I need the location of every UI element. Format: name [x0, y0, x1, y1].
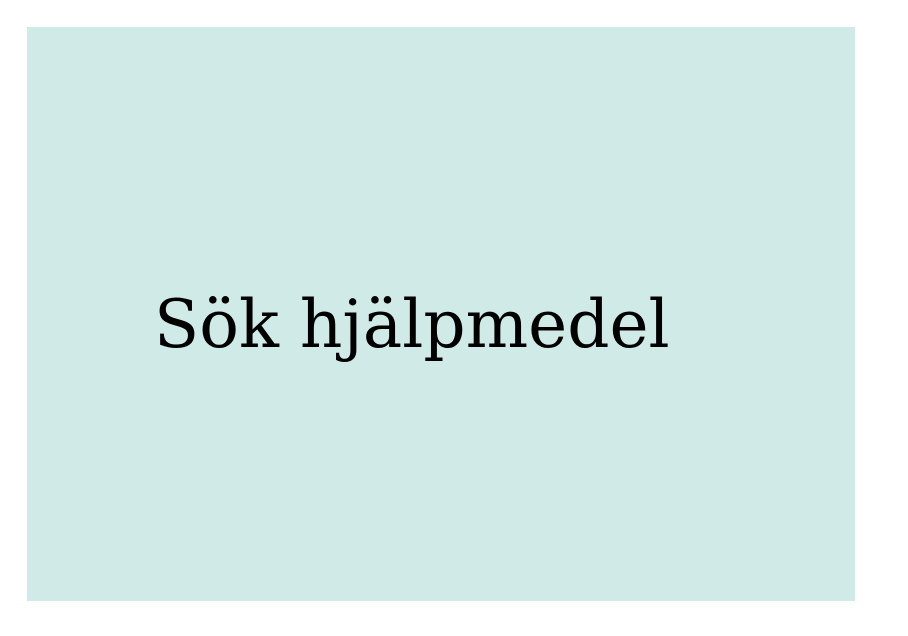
- search-aids-tile[interactable]: Sök hjälpmedel: [27, 27, 855, 601]
- page: Sök hjälpmedel: [0, 0, 908, 636]
- search-aids-label: Sök hjälpmedel: [154, 286, 670, 363]
